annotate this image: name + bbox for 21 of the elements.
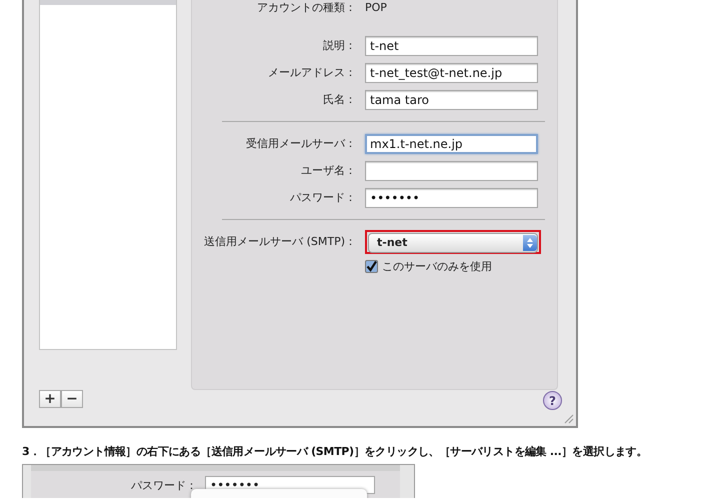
remove-button[interactable]: − bbox=[61, 390, 83, 408]
input-field[interactable]: ••••••• bbox=[365, 188, 538, 208]
field-label: ユーザ名： bbox=[300, 163, 356, 178]
field-label: 受信用メールサーバ： bbox=[245, 136, 356, 151]
input-field[interactable]: tama taro bbox=[365, 90, 538, 110]
field-label: アカウントの種類： bbox=[256, 0, 356, 15]
add-button[interactable]: + bbox=[39, 390, 61, 408]
field-label: 氏名： bbox=[322, 92, 356, 107]
input-field[interactable]: mx1.t-net.ne.jp bbox=[365, 134, 538, 154]
instruction-text: 3．［アカウント情報］の右下にある［送信用メールサーバ (SMTP)］をクリックし、［サーバリストを編集 ...］を選択します。 bbox=[22, 445, 648, 459]
field-label: パスワード： bbox=[130, 478, 197, 493]
field-value: POP bbox=[365, 1, 388, 14]
input-field[interactable]: t-net_test@t-net.ne.jp bbox=[365, 62, 538, 82]
server-popup[interactable]: t-net bbox=[368, 232, 538, 252]
checkbox-label[interactable]: このサーバのみを使用 bbox=[382, 258, 492, 274]
input-field[interactable]: t-net bbox=[365, 36, 538, 56]
field-label: パスワード： bbox=[289, 190, 356, 205]
field-label: 送信用メールサーバ (SMTP)： bbox=[203, 234, 356, 249]
field-label: メールアドレス： bbox=[267, 65, 356, 80]
help-button[interactable]: ? bbox=[543, 391, 562, 410]
field-label: 説明： bbox=[322, 38, 356, 53]
